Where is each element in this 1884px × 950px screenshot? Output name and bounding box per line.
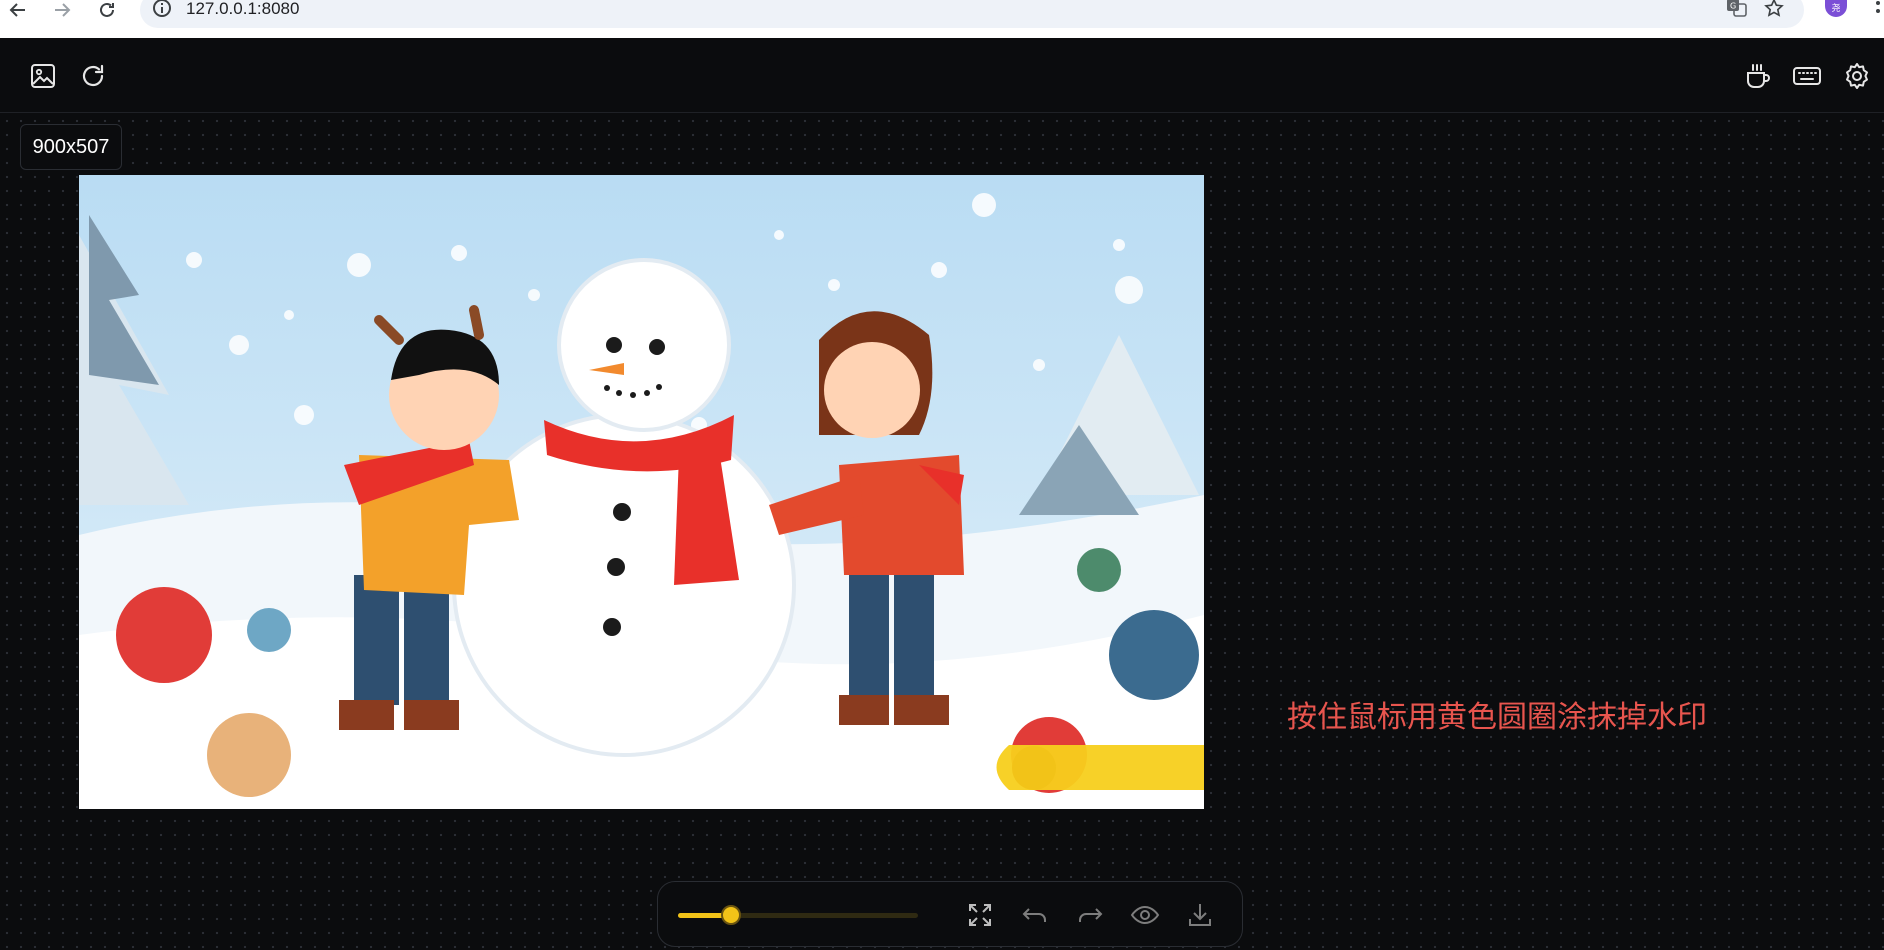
coffee-cup-icon[interactable]	[1742, 60, 1774, 92]
translate-icon[interactable]: G	[1726, 0, 1748, 23]
redo-icon[interactable]	[1073, 898, 1107, 932]
address-bar[interactable]: 127.0.0.1:8080 G	[140, 0, 1804, 28]
bottom-toolbar	[657, 881, 1243, 947]
url-text[interactable]: 127.0.0.1:8080	[186, 0, 299, 19]
star-icon[interactable]	[1764, 0, 1784, 23]
forward-arrow-icon[interactable]	[49, 0, 75, 20]
keyboard-icon[interactable]	[1791, 60, 1823, 92]
refresh-icon[interactable]	[77, 60, 109, 92]
info-icon[interactable]	[152, 0, 172, 23]
download-icon[interactable]	[1183, 898, 1217, 932]
fit-to-screen-icon[interactable]	[963, 898, 997, 932]
gear-icon[interactable]	[1841, 60, 1873, 92]
undo-icon[interactable]	[1018, 898, 1052, 932]
eye-icon[interactable]	[1128, 898, 1162, 932]
image-size-badge: 900x507	[20, 124, 122, 170]
reload-icon[interactable]	[94, 0, 120, 20]
editable-image[interactable]	[79, 175, 1204, 809]
image-upload-icon[interactable]	[27, 60, 59, 92]
kebab-menu-icon[interactable]	[1872, 0, 1884, 18]
browser-bar: 127.0.0.1:8080 G 尧	[0, 0, 1884, 38]
back-arrow-icon[interactable]	[5, 0, 31, 20]
app-toolbar	[0, 38, 1884, 113]
brush-size-slider-track[interactable]	[678, 913, 918, 918]
svg-text:G: G	[1730, 2, 1736, 11]
profile-avatar[interactable]: 尧	[1825, 0, 1847, 17]
watermark-hint: 按住鼠标用黄色圆圈涂抹掉水印	[1287, 700, 1707, 735]
brush-size-slider-thumb[interactable]	[720, 905, 741, 925]
